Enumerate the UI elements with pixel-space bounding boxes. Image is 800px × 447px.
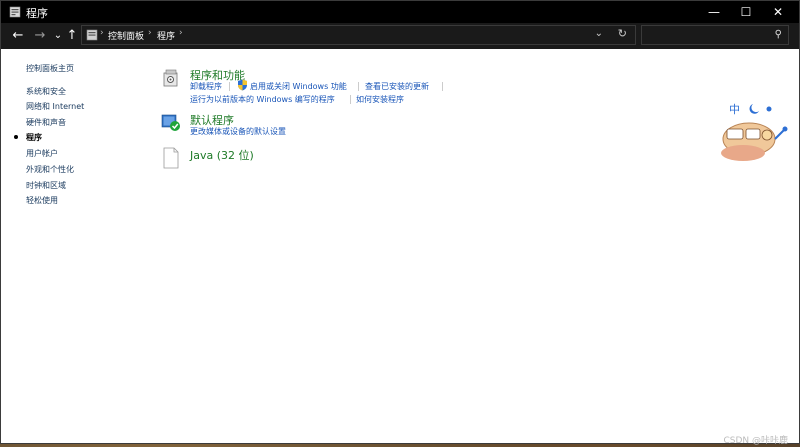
navigation-bar: ← → ⌄ ↑ › 控制面板 › 程序 › ⌄ ↻ ⚲ xyxy=(1,23,799,49)
category-programs-features: 程序和功能 卸载程序 启用或关闭 Windows 功能 查看已安装的更新 运行为… xyxy=(161,67,461,107)
default-programs-icon xyxy=(161,114,180,131)
sidebar-item-ease-of-access[interactable]: 轻松使用 xyxy=(26,195,58,206)
maximize-button[interactable]: ☐ xyxy=(729,1,763,23)
breadcrumb-separator: › xyxy=(179,28,183,38)
category-java: Java (32 位) xyxy=(161,147,361,171)
breadcrumb-control-panel[interactable]: 控制面板 xyxy=(108,29,144,42)
sidebar-item-appearance[interactable]: 外观和个性化 xyxy=(26,164,74,175)
up-button[interactable]: ↑ xyxy=(63,27,81,45)
control-panel-icon xyxy=(86,29,98,41)
java-file-icon xyxy=(163,147,179,169)
sidebar-item-programs[interactable]: 程序 xyxy=(26,132,42,143)
breadcrumb-programs[interactable]: 程序 xyxy=(157,29,175,42)
sidebar-item-user-accounts[interactable]: 用户帐户 xyxy=(26,148,58,159)
control-panel-window: 程序 — ☐ ✕ ← → ⌄ ↑ › 控制面板 › 程序 › ⌄ ↻ ⚲ 控制面… xyxy=(0,0,800,444)
address-field[interactable]: › 控制面板 › 程序 › ⌄ ↻ xyxy=(81,25,636,45)
link-divider xyxy=(442,82,443,91)
category-default-programs: 默认程序 更改媒体或设备的默认设置 xyxy=(161,112,461,138)
search-icon[interactable]: ⚲ xyxy=(775,29,782,40)
refresh-button[interactable]: ↻ xyxy=(618,27,627,40)
java-title[interactable]: Java (32 位) xyxy=(190,147,254,163)
windows-features-link[interactable]: 启用或关闭 Windows 功能 xyxy=(250,81,347,92)
address-dropdown-button[interactable]: ⌄ xyxy=(595,28,603,39)
programs-features-icon xyxy=(163,69,178,87)
how-to-install-link[interactable]: 如何安装程序 xyxy=(356,94,404,105)
compat-programs-link[interactable]: 运行为以前版本的 Windows 编写的程序 xyxy=(190,94,335,105)
sidebar-item-control-panel-home[interactable]: 控制面板主页 xyxy=(26,63,74,74)
forward-button[interactable]: → xyxy=(31,27,49,45)
close-button[interactable]: ✕ xyxy=(761,1,795,23)
window-title: 程序 xyxy=(26,7,48,20)
installed-updates-link[interactable]: 查看已安装的更新 xyxy=(365,81,429,92)
back-button[interactable]: ← xyxy=(9,27,27,45)
title-bar[interactable]: 程序 — ☐ ✕ xyxy=(1,1,799,23)
active-indicator xyxy=(14,135,18,139)
watermark: CSDN @咔咔鹿 xyxy=(723,436,788,446)
search-input[interactable] xyxy=(645,28,769,44)
sidebar-item-hardware-sound[interactable]: 硬件和声音 xyxy=(26,117,66,128)
link-divider xyxy=(229,82,230,91)
shield-icon xyxy=(238,79,247,91)
media-defaults-link[interactable]: 更改媒体或设备的默认设置 xyxy=(190,126,286,137)
sidebar-item-network[interactable]: 网络和 Internet xyxy=(26,101,84,112)
search-box[interactable]: ⚲ xyxy=(641,25,789,45)
breadcrumb-separator: › xyxy=(100,28,104,38)
mascot-sticker-icon: 中 xyxy=(721,103,788,161)
link-divider xyxy=(358,82,359,91)
sidebar: 控制面板主页 系统和安全 网络和 Internet 硬件和声音 程序 用户帐户 … xyxy=(1,49,151,443)
control-panel-icon xyxy=(9,6,21,18)
sidebar-item-system-security[interactable]: 系统和安全 xyxy=(26,86,66,97)
minimize-button[interactable]: — xyxy=(697,1,731,23)
sidebar-item-clock-region[interactable]: 时钟和区域 xyxy=(26,180,66,191)
mascot-badge: 中 xyxy=(729,103,740,116)
link-divider xyxy=(350,95,351,104)
uninstall-program-link[interactable]: 卸载程序 xyxy=(190,81,222,92)
breadcrumb-separator: › xyxy=(148,28,152,38)
